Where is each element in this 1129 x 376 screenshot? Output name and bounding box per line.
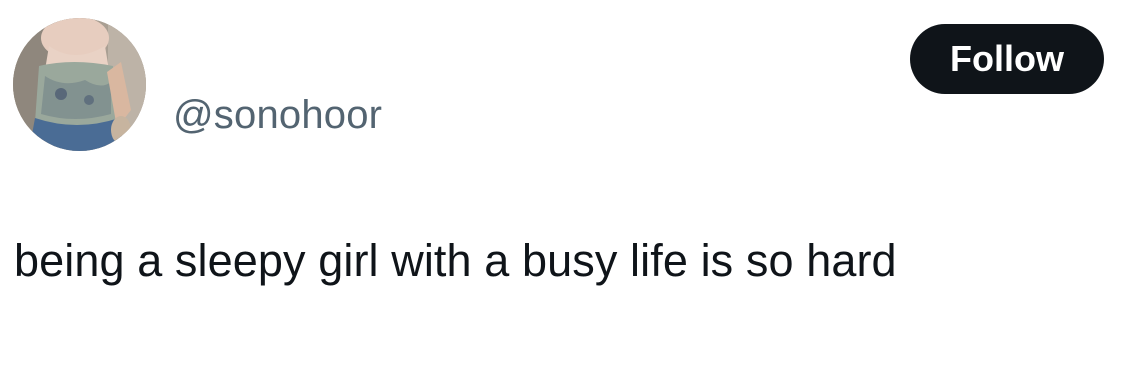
tweet-card: @sonohoor Follow being a sleepy girl wit…: [0, 0, 1129, 376]
follow-button[interactable]: Follow: [910, 24, 1104, 94]
tweet-text: being a sleepy girl with a busy life is …: [14, 235, 897, 286]
user-handle[interactable]: @sonohoor: [173, 91, 382, 139]
avatar-photo-icon: [13, 18, 146, 151]
user-avatar[interactable]: [13, 18, 146, 151]
